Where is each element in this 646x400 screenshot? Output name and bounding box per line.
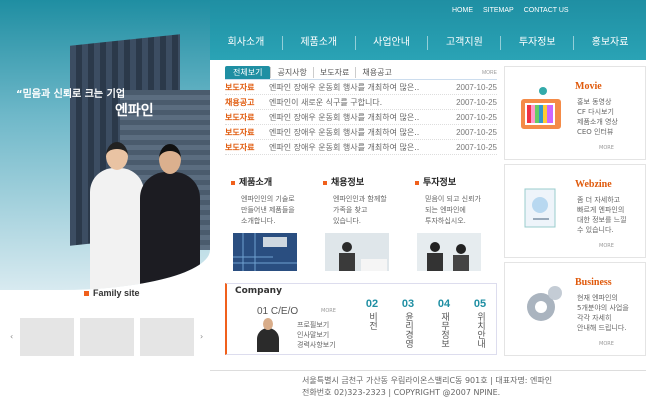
news-date: 2007-10-25 <box>456 112 497 122</box>
company-item-vision[interactable]: 02 비전 <box>359 298 385 330</box>
news-row[interactable]: 보도자료 엔파인 장애우 운동회 행사를 개최하여 많은.. 2007-10-25 <box>225 80 497 95</box>
nav-support[interactable]: 고객지원 <box>427 36 500 50</box>
profile-link[interactable]: 프로필보기 <box>297 320 336 330</box>
circuit-thumbnail[interactable] <box>233 233 297 271</box>
family-site-banner[interactable] <box>140 318 194 356</box>
card-more-link[interactable]: MORE <box>599 243 614 249</box>
news-list: 보도자료 엔파인 장애우 운동회 행사를 개최하여 많은.. 2007-10-25 채… <box>225 80 497 155</box>
info-columns: 제품소개 엔파인인의 기술로 만들어낸 제품들을 소개합니다. 채용정보 엔파인인과… <box>225 175 497 275</box>
news-title[interactable]: 엔파인이 새로운 식구를 구합니다. <box>269 97 449 108</box>
tab-press[interactable]: 보도자료 <box>312 67 355 78</box>
nav-investment[interactable]: 투자정보 <box>500 36 573 50</box>
company-item-location[interactable]: 05 위치안내 <box>467 298 493 348</box>
news-board: 전체보기 공지사항 보도자료 채용공고 MORE 보도자료엔파인 장애우 운동회… <box>225 66 497 166</box>
ceo-links: 프로필보기 인사말보기 경력사항보기 <box>297 320 336 350</box>
news-row[interactable]: 채용공고 엔파인이 새로운 식구를 구합니다. 2007-10-25 <box>225 95 497 110</box>
info-col-invest[interactable]: 투자정보 믿음이 되고 신뢰가 되는 엔파인에 투자하십시오. <box>415 175 495 227</box>
nav-business[interactable]: 사업안내 <box>354 36 428 50</box>
prev-arrow-icon[interactable]: ‹ <box>10 332 16 342</box>
document-icon <box>524 188 556 228</box>
company-item-finance[interactable]: 04 재무정보 <box>431 298 457 348</box>
news-date: 2007-10-25 <box>456 82 497 92</box>
card-title: Movie <box>575 81 602 92</box>
person-man <box>140 144 200 290</box>
top-links: HOME SITEMAP CONTACT US <box>452 7 569 14</box>
news-row[interactable]: 보도자료 엔파인 장애우 운동회 행사를 개최하여 많은.. 2007-10-25 <box>225 125 497 140</box>
news-category: 보도자료 <box>225 142 255 152</box>
family-site-title: Family site <box>84 288 140 298</box>
company-panel: Company 01 C/E/O MORE 프로필보기 인사말보기 경력사항보기… <box>225 283 497 355</box>
card-more-link[interactable]: MORE <box>599 145 614 151</box>
meeting-thumbnail[interactable] <box>325 233 389 271</box>
ceo-avatar <box>257 318 279 352</box>
footer: 서울특별시 금천구 가산동 우림라이온스밸리C동 901호 | 대표자명: 엔파… <box>210 370 646 400</box>
footer-copyright: 전화번호 02)323-2323 | COPYRIGHT @2007 NPINE… <box>302 388 501 397</box>
news-category: 보도자료 <box>225 82 255 92</box>
contact-link[interactable]: CONTACT US <box>524 7 569 14</box>
card-title: Business <box>575 277 612 288</box>
news-row[interactable]: 보도자료 엔파인 장애우 운동회 행사를 개최하여 많은.. 2007-10-25 <box>225 110 497 125</box>
next-arrow-icon[interactable]: › <box>200 332 206 342</box>
card-business[interactable]: Business 현재 엔파인의 5개분야의 사업을 각각 자세히 안내해 드립니다.… <box>504 262 646 356</box>
tab-recruit[interactable]: 채용공고 <box>355 67 397 78</box>
news-date: 2007-10-25 <box>456 142 497 152</box>
family-site-banner[interactable] <box>20 318 74 356</box>
greeting-link[interactable]: 인사말보기 <box>297 330 336 340</box>
hero-brand: 엔파인 <box>115 103 154 119</box>
footer-address: 서울특별시 금천구 가산동 우림라이온스밸리C동 901호 | 대표자명: 엔파… <box>302 376 553 385</box>
news-category: 보도자료 <box>225 127 255 137</box>
sitemap-link[interactable]: SITEMAP <box>483 7 514 14</box>
card-more-link[interactable]: MORE <box>599 341 614 347</box>
info-col-recruit[interactable]: 채용정보 엔파인인과 함께할 가족을 찾고 있습니다. <box>323 175 403 227</box>
info-col-products[interactable]: 제품소개 엔파인인의 기술로 만들어낸 제품들을 소개합니다. <box>231 175 311 227</box>
news-category: 채용공고 <box>225 97 255 107</box>
news-tabs: 전체보기 공지사항 보도자료 채용공고 MORE <box>225 66 497 80</box>
company-title: Company <box>235 286 282 296</box>
right-cards: Movie 홍보 동영상 CF 다시보기 제품소개 영상 CEO 인터뷰 MORE W… <box>504 66 646 356</box>
nav-products[interactable]: 제품소개 <box>281 36 355 50</box>
family-site-banner[interactable] <box>80 318 134 356</box>
home-link[interactable]: HOME <box>452 7 473 14</box>
news-date: 2007-10-25 <box>456 127 497 137</box>
news-title[interactable]: 엔파인 장애우 운동회 행사를 개최하여 많은.. <box>269 82 449 93</box>
news-title[interactable]: 엔파인 장애우 운동회 행사를 개최하여 많은.. <box>269 112 449 123</box>
news-date: 2007-10-25 <box>456 97 497 107</box>
hero-image: “믿음과 신뢰로 크는 기업 엔파인 <box>0 0 210 290</box>
gear-icon <box>527 286 562 321</box>
company-item-ethics[interactable]: 03 윤리경영 <box>395 298 421 348</box>
card-title: Webzine <box>575 179 612 190</box>
office-thumbnail[interactable] <box>417 233 481 271</box>
card-movie[interactable]: Movie 홍보 동영상 CF 다시보기 제품소개 영상 CEO 인터뷰 MORE <box>504 66 646 160</box>
news-title[interactable]: 엔파인 장애우 운동회 행사를 개최하여 많은.. <box>269 127 449 138</box>
hero-slogan: “믿음과 신뢰로 크는 기업 <box>16 89 126 100</box>
news-row[interactable]: 보도자료 엔파인 장애우 운동회 행사를 개최하여 많은.. 2007-10-25 <box>225 140 497 155</box>
family-site-panel: Family site ‹ › <box>10 286 210 356</box>
main-nav: 회사소개 제품소개 사업안내 고객지원 투자정보 홍보자료 <box>210 33 646 53</box>
news-category: 보도자료 <box>225 112 255 122</box>
ceo-label[interactable]: 01 C/E/O <box>257 306 298 317</box>
news-more-link[interactable]: MORE <box>482 70 497 76</box>
career-link[interactable]: 경력사항보기 <box>297 340 336 350</box>
person-woman <box>90 142 144 290</box>
news-title[interactable]: 엔파인 장애우 운동회 행사를 개최하여 많은.. <box>269 142 449 153</box>
card-webzine[interactable]: Webzine 좀 더 자세하고 빠르게 엔파인의 대한 정보를 느낄 수 있습니다.… <box>504 164 646 258</box>
tv-icon <box>521 87 561 129</box>
tab-notice[interactable]: 공지사항 <box>270 67 312 78</box>
nav-company[interactable]: 회사소개 <box>210 36 282 50</box>
company-more-link[interactable]: MORE <box>321 308 336 314</box>
tab-all[interactable]: 전체보기 <box>225 66 271 79</box>
nav-pr[interactable]: 홍보자료 <box>573 36 646 50</box>
